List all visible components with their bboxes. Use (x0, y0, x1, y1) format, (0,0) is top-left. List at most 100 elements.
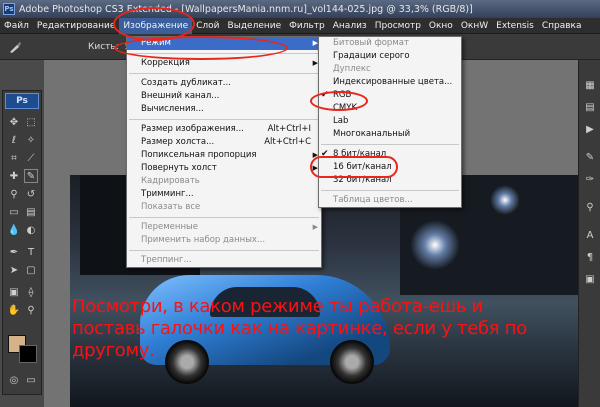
image_menu-item[interactable]: Повернуть холст ▶ (127, 162, 321, 175)
eraser-tool-icon[interactable]: ▭ (7, 205, 21, 219)
menu-item-label: Lab (333, 116, 349, 126)
clone-stamp-tool-icon[interactable]: ⚲ (7, 187, 21, 201)
blur-tool-icon[interactable]: 💧 (7, 223, 21, 237)
menu-item-label: Размер холста... (141, 137, 215, 147)
street-light (410, 220, 460, 270)
panel-dock: ▦ ▤ ▶ ✎ ✑ ⚲ A ¶ ▣ (578, 60, 600, 407)
menu-item-label: Градации серого (333, 51, 410, 61)
highlight-8bit-ring (310, 156, 398, 178)
menu-6[interactable]: Анализ (329, 18, 371, 34)
menu-item-label: Кадрировать (141, 176, 200, 186)
history-panel-icon[interactable]: ▤ (583, 100, 597, 114)
image_menu-item[interactable]: Размер изображения... Alt+Ctrl+I (127, 123, 321, 136)
layer-comps-panel-icon[interactable]: ▣ (583, 272, 597, 286)
image_menu-item: Показать все (127, 201, 321, 214)
background-color-swatch[interactable] (19, 345, 37, 363)
brushes-panel-icon[interactable]: ✑ (583, 172, 597, 186)
brush-tool-icon[interactable] (8, 40, 22, 54)
annotation-text: Посмотри, в каком режиме ты работа-ешь и… (72, 296, 527, 361)
pen-tool-icon[interactable]: ✒ (7, 245, 21, 259)
zoom-tool-icon[interactable]: ⚲ (24, 303, 38, 317)
menu-separator (129, 73, 319, 74)
menu-item-label: Размер изображения... (141, 124, 244, 134)
menu-bar: Файл Редактирование Изображение Слой Выделен… (0, 17, 600, 34)
menu-item-label: Создать дубликат... (141, 78, 231, 88)
notes-tool-icon[interactable]: ▣ (7, 285, 21, 299)
move-tool-icon[interactable]: ✥ (7, 115, 21, 129)
brush-tool-icon[interactable]: ✎ (24, 169, 38, 183)
menu-9[interactable]: ОкнW (457, 18, 492, 34)
actions-panel-icon[interactable]: ▶ (583, 122, 597, 136)
dodge-tool-icon[interactable]: ◐ (24, 223, 38, 237)
mode_menu-item[interactable]: Индексированные цвета... (319, 76, 461, 89)
screen-mode-icon[interactable]: ▭ (24, 373, 38, 387)
mode_menu-item: Таблица цветов... (319, 194, 461, 207)
mode_menu-item[interactable]: Lab (319, 115, 461, 128)
menu-separator (321, 144, 459, 145)
menu-item-label: Таблица цветов... (333, 195, 413, 205)
menu-item-label: Треппинг... (141, 255, 192, 265)
mode_menu-item[interactable]: Многоканальный (319, 128, 461, 141)
image_menu-item: Применить набор данных... (127, 234, 321, 247)
menu-separator (129, 119, 319, 120)
menu-8[interactable]: Окно (425, 18, 457, 34)
character-panel-icon[interactable]: A (583, 228, 597, 242)
image_menu-item[interactable]: Вычисления... (127, 103, 321, 116)
menu-item-label: Многоканальный (333, 129, 411, 139)
menu-item-shortcut: Alt+Ctrl+I (267, 124, 311, 134)
menu-separator (129, 250, 319, 251)
menu-item-label: Индексированные цвета... (333, 77, 453, 87)
menu-11[interactable]: Справка (538, 18, 586, 34)
navigator-panel-icon[interactable]: ▦ (583, 78, 597, 92)
menu-10[interactable]: Extensis (492, 18, 538, 34)
clone-source-panel-icon[interactable]: ⚲ (583, 200, 597, 214)
image_menu-item[interactable]: Попиксельная пропорция ▶ (127, 149, 321, 162)
paragraph-panel-icon[interactable]: ¶ (583, 250, 597, 264)
image_menu-item[interactable]: Размер холста... Alt+Ctrl+C (127, 136, 321, 149)
image_menu-item[interactable]: Внешний канал... (127, 90, 321, 103)
menu-item-label: Битовый формат (333, 38, 409, 48)
menu-item-shortcut: Alt+Ctrl+C (264, 137, 311, 147)
menu-item-label: Тримминг... (141, 189, 194, 199)
slice-tool-icon[interactable]: ⟋ (24, 151, 38, 165)
image_menu-item: Треппинг... (127, 254, 321, 267)
quick-mask-icon[interactable]: ◎ (7, 373, 21, 387)
menu-item-label: Применить набор данных... (141, 235, 266, 245)
crop-tool-icon[interactable]: ⌗ (7, 151, 21, 165)
image_menu-item[interactable]: Тримминг... (127, 188, 321, 201)
menu-7[interactable]: Просмотр (371, 18, 425, 34)
menu-5[interactable]: Фильтр (285, 18, 329, 34)
menu-separator (129, 217, 319, 218)
tools-panel: Ps ✥ ⬚ ℓ ✧ ⌗ ⟋ ✚ ✎ ⚲ ↺ ▭ ▤ 💧 ◐ ✒ T ➤ ▢ ▣… (2, 90, 42, 395)
mode-submenu: Битовый формат Градации серого Дуплекс Инде… (318, 36, 462, 208)
highlight-rgb-ring (310, 91, 368, 111)
menu-4[interactable]: Выделение (224, 18, 286, 34)
menu-item-label: Попиксельная пропорция (141, 150, 257, 160)
menu-1[interactable]: Редактирование (33, 18, 120, 34)
gradient-tool-icon[interactable]: ▤ (24, 205, 38, 219)
window-title: Adobe Photoshop CS3 Extended - [Wallpape… (19, 3, 473, 15)
marquee-tool-icon[interactable]: ⬚ (24, 115, 38, 129)
tool-presets-panel-icon[interactable]: ✎ (583, 150, 597, 164)
hand-tool-icon[interactable]: ✋ (7, 303, 21, 317)
mode_menu-item[interactable]: Градации серого (319, 50, 461, 63)
street-light-2 (490, 185, 520, 215)
type-tool-icon[interactable]: T (24, 245, 38, 259)
eyedropper-tool-icon[interactable]: ⟠ (24, 285, 38, 299)
menu-0[interactable]: Файл (0, 18, 33, 34)
shape-tool-icon[interactable]: ▢ (24, 263, 38, 277)
photoshop-app-icon: Ps (3, 3, 15, 15)
menu-item-label: Дуплекс (333, 64, 371, 74)
magic-wand-tool-icon[interactable]: ✧ (24, 133, 38, 147)
mode_menu-item: Битовый формат (319, 37, 461, 50)
menu-item-label: Внешний канал... (141, 91, 220, 101)
image_menu-item[interactable]: Создать дубликат... (127, 77, 321, 90)
image-menu-dropdown: Режим ▶ Коррекция ▶ Создать дубликат... Внешн… (126, 36, 322, 268)
menu-3[interactable]: Слой (192, 18, 223, 34)
history-brush-tool-icon[interactable]: ↺ (24, 187, 38, 201)
photoshop-logo: Ps (5, 93, 39, 109)
image_menu-item: Переменные ▶ (127, 221, 321, 234)
path-selection-tool-icon[interactable]: ➤ (7, 263, 21, 277)
lasso-tool-icon[interactable]: ℓ (7, 133, 21, 147)
healing-brush-tool-icon[interactable]: ✚ (7, 169, 21, 183)
